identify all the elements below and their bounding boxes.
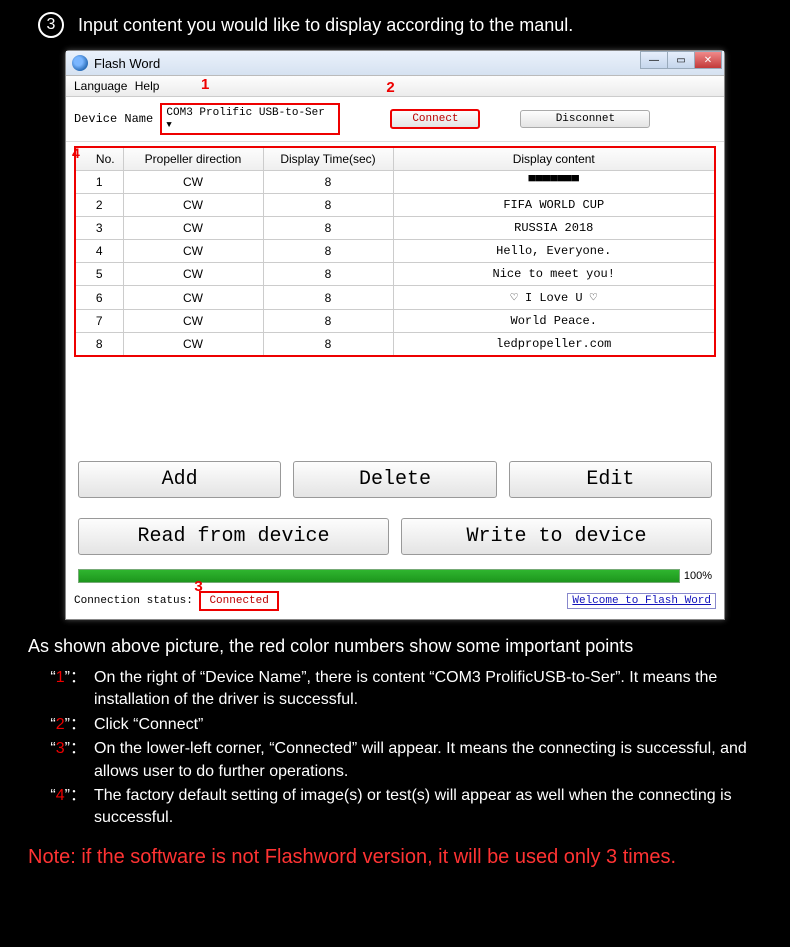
cell-direction: CW	[123, 286, 263, 310]
edit-button[interactable]: Edit	[509, 461, 712, 498]
progress-row: 100%	[66, 565, 724, 587]
cell-direction: CW	[123, 333, 263, 357]
cell-time: 8	[263, 240, 393, 263]
cell-no: 7	[75, 310, 123, 333]
connection-status-label: Connection status:	[74, 595, 193, 607]
cell-direction: CW	[123, 194, 263, 217]
cell-direction: CW	[123, 263, 263, 286]
cell-content: ♡ I Love U ♡	[393, 286, 715, 310]
step-number-circle: 3	[38, 12, 64, 38]
cell-content: ledpropeller.com	[393, 333, 715, 357]
progress-bar	[78, 569, 680, 583]
table-row[interactable]: 7CW8World Peace.	[75, 310, 715, 333]
description-item-text: On the right of “Device Name”, there is …	[86, 667, 752, 712]
content-table: No. Propeller direction Display Time(sec…	[74, 146, 716, 357]
device-name-combo[interactable]: COM3 Prolific USB-to-Ser ▼	[160, 103, 340, 135]
annotation-2: 2	[386, 80, 395, 97]
step-header: 3 Input content you would like to displa…	[0, 0, 790, 50]
description-item: “4”：The factory default setting of image…	[38, 785, 752, 830]
cell-content: Hello, Everyone.	[393, 240, 715, 263]
disconnect-button[interactable]: Disconnet	[520, 110, 650, 128]
description-item-num: “2”：	[38, 714, 86, 736]
status-row: 3 Connection status: Connected Welcome t…	[66, 587, 724, 619]
description-item-num: “1”：	[38, 667, 86, 712]
cell-time: 8	[263, 333, 393, 357]
step-text: Input content you would like to display …	[78, 15, 573, 36]
table-row[interactable]: 3CW8RUSSIA 2018	[75, 217, 715, 240]
write-to-device-button[interactable]: Write to device	[401, 518, 712, 555]
table-area: 4 No. Propeller direction Display Time(s…	[66, 142, 724, 451]
col-time: Display Time(sec)	[263, 147, 393, 171]
app-window: Flash Word — ▭ ✕ Language 1 Help Device …	[65, 50, 725, 620]
col-no: No.	[75, 147, 123, 171]
menu-language[interactable]: Language	[74, 79, 127, 93]
title-bar: Flash Word — ▭ ✕	[66, 51, 724, 76]
cell-direction: CW	[123, 240, 263, 263]
table-row[interactable]: 8CW8ledpropeller.com	[75, 333, 715, 357]
table-row[interactable]: 2CW8FIFA WORLD CUP	[75, 194, 715, 217]
table-row[interactable]: 5CW8Nice to meet you!	[75, 263, 715, 286]
cell-no: 2	[75, 194, 123, 217]
cell-time: 8	[263, 217, 393, 240]
welcome-link[interactable]: Welcome to Flash Word	[567, 593, 716, 609]
maximize-button[interactable]: ▭	[667, 51, 695, 69]
cell-content: ▀▀▀▀▀▀▀	[393, 171, 715, 194]
cell-time: 8	[263, 286, 393, 310]
cell-no: 6	[75, 286, 123, 310]
device-buttons-row: Read from device Write to device	[66, 508, 724, 565]
description-item: “2”：Click “Connect”	[38, 714, 752, 736]
app-icon	[72, 55, 88, 71]
annotation-3: 3	[194, 579, 203, 596]
add-button[interactable]: Add	[78, 461, 281, 498]
cell-content: RUSSIA 2018	[393, 217, 715, 240]
connection-status-value: Connected	[199, 591, 278, 611]
window-title: Flash Word	[94, 56, 160, 71]
menu-help[interactable]: Help	[135, 79, 160, 93]
annotation-4: 4	[72, 145, 80, 161]
cell-content: World Peace.	[393, 310, 715, 333]
col-direction: Propeller direction	[123, 147, 263, 171]
description-item: “1”：On the right of “Device Name”, there…	[38, 667, 752, 712]
description-item-num: “4”：	[38, 785, 86, 830]
progress-percent: 100%	[684, 570, 712, 582]
cell-no: 8	[75, 333, 123, 357]
cell-no: 4	[75, 240, 123, 263]
description-block: As shown above picture, the red color nu…	[0, 632, 790, 830]
close-button[interactable]: ✕	[694, 51, 722, 69]
cell-direction: CW	[123, 217, 263, 240]
annotation-1: 1	[201, 76, 209, 93]
table-row[interactable]: 4CW8Hello, Everyone.	[75, 240, 715, 263]
device-name-label: Device Name	[74, 112, 153, 126]
description-item-text: On the lower-left corner, “Connected” wi…	[86, 738, 752, 783]
description-item-text: The factory default setting of image(s) …	[86, 785, 752, 830]
read-from-device-button[interactable]: Read from device	[78, 518, 389, 555]
note-text: Note: if the software is not Flashword v…	[0, 834, 790, 887]
cell-no: 3	[75, 217, 123, 240]
cell-time: 8	[263, 171, 393, 194]
description-item-num: “3”：	[38, 738, 86, 783]
cell-direction: CW	[123, 171, 263, 194]
cell-direction: CW	[123, 310, 263, 333]
delete-button[interactable]: Delete	[293, 461, 496, 498]
table-row[interactable]: 6CW8♡ I Love U ♡	[75, 286, 715, 310]
chevron-down-icon: ▼	[166, 120, 171, 130]
description-item: “3”：On the lower-left corner, “Connected…	[38, 738, 752, 783]
cell-time: 8	[263, 310, 393, 333]
cell-content: FIFA WORLD CUP	[393, 194, 715, 217]
col-content: Display content	[393, 147, 715, 171]
crud-buttons-row: Add Delete Edit	[66, 451, 724, 508]
description-item-text: Click “Connect”	[86, 714, 752, 736]
connect-button[interactable]: Connect	[390, 109, 480, 129]
table-row[interactable]: 1CW8▀▀▀▀▀▀▀	[75, 171, 715, 194]
device-row: Device Name COM3 Prolific USB-to-Ser ▼ 2…	[66, 97, 724, 142]
minimize-button[interactable]: —	[640, 51, 668, 69]
description-heading: As shown above picture, the red color nu…	[28, 636, 762, 657]
cell-no: 1	[75, 171, 123, 194]
cell-content: Nice to meet you!	[393, 263, 715, 286]
cell-no: 5	[75, 263, 123, 286]
cell-time: 8	[263, 263, 393, 286]
cell-time: 8	[263, 194, 393, 217]
